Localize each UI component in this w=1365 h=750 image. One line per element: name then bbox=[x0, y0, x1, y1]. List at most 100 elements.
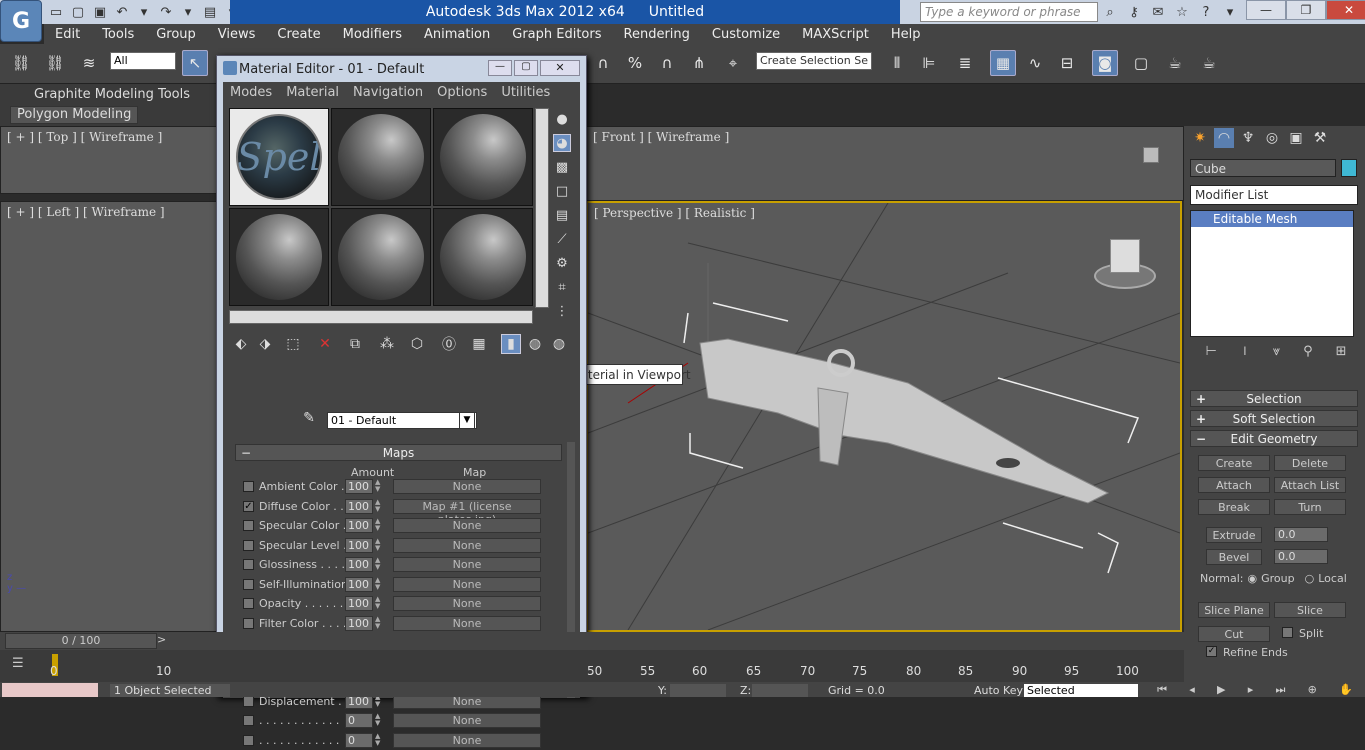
redo-icon[interactable]: ↷ bbox=[156, 2, 176, 22]
y-coordinate-field[interactable] bbox=[670, 684, 726, 697]
menu-help[interactable]: Help bbox=[880, 27, 932, 42]
map-slot-button[interactable]: None bbox=[393, 732, 541, 748]
minimize-icon[interactable]: — bbox=[1246, 0, 1286, 20]
go-to-end-icon[interactable]: ⏭ bbox=[1275, 683, 1285, 697]
map-enable-checkbox[interactable] bbox=[243, 520, 254, 531]
key-filter-dropdown[interactable]: Selected bbox=[1024, 684, 1138, 697]
slice-button[interactable]: Slice bbox=[1274, 602, 1346, 618]
menu-tools[interactable]: Tools bbox=[91, 27, 145, 42]
maxscript-listener[interactable] bbox=[2, 683, 98, 697]
assign-to-selection-icon[interactable]: ⬚ bbox=[283, 334, 303, 354]
map-slot-button[interactable]: None bbox=[393, 576, 541, 592]
map-enable-checkbox[interactable] bbox=[243, 695, 254, 707]
open-file-icon[interactable]: ▢ bbox=[68, 2, 88, 22]
object-name-field[interactable]: Cube bbox=[1190, 159, 1336, 177]
show-end-result-icon[interactable]: ⏽ bbox=[1240, 344, 1250, 364]
cut-button[interactable]: Cut bbox=[1198, 626, 1270, 642]
zoom-extents-icon[interactable]: ⊕ bbox=[1308, 683, 1317, 697]
menu-views[interactable]: Views bbox=[207, 27, 267, 42]
map-amount-spinner[interactable]: 100 bbox=[345, 557, 373, 572]
show-end-result-icon[interactable]: ◍ bbox=[525, 334, 545, 354]
viewport-top-label[interactable]: [ + ] [ Top ] [ Wireframe ] bbox=[7, 130, 162, 144]
graphite-toggle-icon[interactable]: ▦ bbox=[990, 50, 1016, 76]
material-editor-icon[interactable]: ◙ bbox=[1092, 50, 1118, 76]
modify-tab-icon[interactable]: ◠ bbox=[1214, 128, 1234, 148]
configure-modifier-sets-icon[interactable]: ⊞ bbox=[1336, 344, 1347, 364]
menu-maxscript[interactable]: MAXScript bbox=[791, 27, 880, 42]
select-object-icon[interactable]: ↖ bbox=[182, 50, 208, 76]
spinner-arrows-icon[interactable]: ▲▼ bbox=[375, 479, 383, 494]
select-by-material-icon[interactable]: ⌗ bbox=[553, 278, 571, 296]
viewcube-icon[interactable] bbox=[1094, 239, 1156, 291]
spinner-arrows-icon[interactable]: ▲▼ bbox=[375, 596, 383, 611]
bind-space-warp-icon[interactable]: ≋ bbox=[76, 50, 102, 76]
track-bar-menu-icon[interactable]: ☰ bbox=[12, 656, 24, 671]
previous-frame-icon[interactable]: ◂ bbox=[1189, 683, 1195, 697]
map-slot-button[interactable]: Map #1 (license plates.jpg) bbox=[393, 498, 541, 526]
viewport-perspective[interactable]: [ Perspective ] [ Realistic ] bbox=[586, 201, 1182, 632]
app-logo-icon[interactable]: G bbox=[0, 0, 42, 42]
map-slot-button[interactable]: None bbox=[393, 713, 541, 728]
render-production-icon[interactable]: ☕ bbox=[1196, 50, 1222, 76]
create-tab-icon[interactable]: ✷ bbox=[1190, 128, 1210, 148]
me-menu-modes[interactable]: Modes bbox=[223, 85, 279, 100]
redo-dropdown-icon[interactable]: ▾ bbox=[178, 2, 198, 22]
menu-group[interactable]: Group bbox=[145, 27, 207, 42]
communication-icon[interactable]: ✉ bbox=[1148, 2, 1168, 22]
go-to-start-icon[interactable]: ⏮ bbox=[1157, 683, 1167, 697]
map-slot-button[interactable]: None bbox=[393, 537, 541, 553]
undo-icon[interactable]: ↶ bbox=[112, 2, 132, 22]
key-icon[interactable]: ⚷ bbox=[1124, 2, 1144, 22]
go-to-parent-icon[interactable]: ◍ bbox=[549, 334, 569, 354]
menu-edit[interactable]: Edit bbox=[44, 27, 91, 42]
material-name-field[interactable]: 01 - Default bbox=[327, 412, 477, 429]
dialog-close-icon[interactable]: ✕ bbox=[540, 60, 580, 76]
undo-dropdown-icon[interactable]: ▾ bbox=[134, 2, 154, 22]
menu-rendering[interactable]: Rendering bbox=[613, 27, 701, 42]
binoculars-icon[interactable]: ⌕ bbox=[1100, 2, 1120, 22]
dialog-minimize-icon[interactable]: — bbox=[488, 60, 512, 76]
map-amount-spinner[interactable]: 100 bbox=[345, 498, 373, 514]
time-slider[interactable]: 0 / 100 bbox=[5, 633, 157, 649]
angle-snap-icon[interactable]: ∩ bbox=[590, 50, 616, 76]
spinner-arrows-icon[interactable]: ▲▼ bbox=[375, 713, 383, 728]
hierarchy-tab-icon[interactable]: ♆ bbox=[1238, 128, 1258, 148]
me-menu-options[interactable]: Options bbox=[430, 85, 494, 100]
time-slider-next-icon[interactable]: > bbox=[157, 633, 171, 649]
map-amount-spinner[interactable]: 100 bbox=[345, 596, 373, 611]
attach-button[interactable]: Attach bbox=[1198, 477, 1270, 493]
background-icon[interactable]: ▩ bbox=[553, 158, 571, 176]
me-menu-utilities[interactable]: Utilities bbox=[494, 85, 557, 100]
rollout-selection[interactable]: + Selection bbox=[1190, 390, 1358, 407]
select-and-link-icon[interactable]: ⛓ bbox=[8, 50, 34, 76]
spinner-arrows-icon[interactable]: ▲▼ bbox=[375, 537, 383, 553]
utilities-tab-icon[interactable]: ⚒ bbox=[1310, 128, 1330, 148]
sample-slot-1[interactable]: Spel bbox=[229, 108, 329, 206]
sample-uv-tiling-icon[interactable]: □ bbox=[553, 182, 571, 200]
make-unique-icon[interactable]: ⩔ bbox=[1273, 344, 1280, 364]
extrude-button[interactable]: Extrude bbox=[1206, 527, 1262, 543]
map-amount-spinner[interactable]: 100 bbox=[345, 615, 373, 631]
map-amount-spinner[interactable]: 100 bbox=[345, 518, 373, 533]
options-icon[interactable]: ⚙ bbox=[553, 254, 571, 272]
map-slot-button[interactable]: None bbox=[393, 596, 541, 611]
material-editor-title-bar[interactable]: Material Editor - 01 - Default — ▢ ✕ bbox=[217, 56, 586, 82]
map-amount-spinner[interactable]: 0 bbox=[345, 732, 373, 748]
slice-plane-button[interactable]: Slice Plane bbox=[1198, 602, 1270, 618]
menu-modifiers[interactable]: Modifiers bbox=[332, 27, 413, 42]
put-to-library-icon[interactable]: ⬡ bbox=[407, 334, 427, 354]
viewport-front-label[interactable]: [ Front ] [ Wireframe ] bbox=[593, 130, 729, 144]
extrude-spinner[interactable]: 0.0 bbox=[1274, 527, 1328, 542]
spinner-arrows-icon[interactable]: ▲▼ bbox=[375, 576, 383, 592]
project-folder-icon[interactable]: ▤ bbox=[200, 2, 220, 22]
rendered-frame-window-icon[interactable]: ☕ bbox=[1162, 50, 1188, 76]
next-frame-icon[interactable]: ▸ bbox=[1248, 683, 1254, 697]
sample-slot-3[interactable] bbox=[433, 108, 533, 206]
maximize-icon[interactable]: ❐ bbox=[1286, 0, 1326, 20]
create-button[interactable]: Create bbox=[1198, 455, 1270, 471]
viewcube-icon[interactable] bbox=[1143, 147, 1159, 163]
layer-manager-icon[interactable]: ≣ bbox=[952, 50, 978, 76]
material-id-channel-icon[interactable]: ⓪ bbox=[439, 334, 459, 354]
viewport-front[interactable]: [ Front ] [ Wireframe ] bbox=[586, 126, 1184, 201]
mirror-icon[interactable]: ⫴ bbox=[884, 50, 910, 76]
